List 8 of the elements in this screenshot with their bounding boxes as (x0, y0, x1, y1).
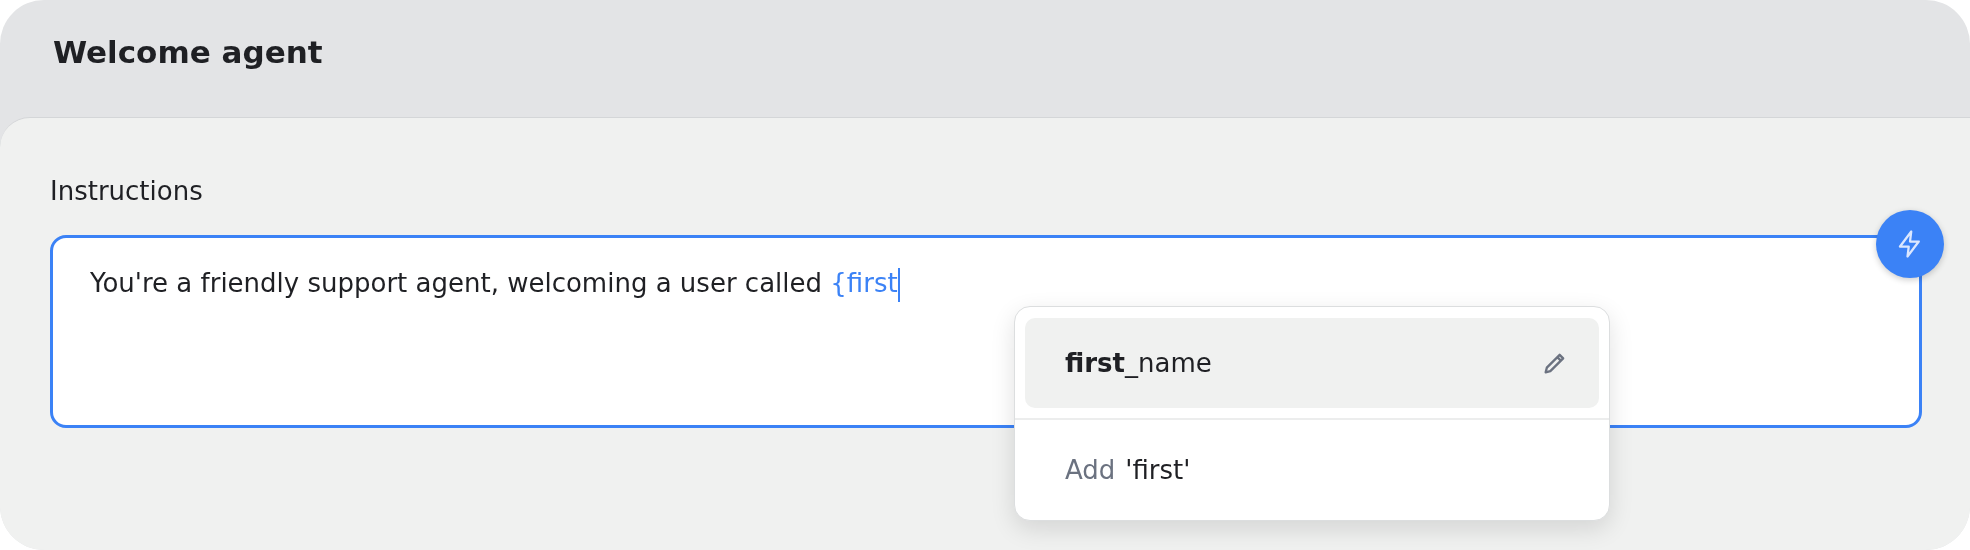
instructions-text: You're a friendly support agent, welcoming a user called {first (90, 268, 898, 298)
text-caret (897, 268, 900, 302)
agent-title: Welcome agent (53, 34, 323, 70)
lightning-button[interactable] (1876, 210, 1944, 278)
add-value: 'first' (1125, 455, 1191, 485)
add-label: Add (1065, 455, 1116, 485)
instructions-label: Instructions (50, 176, 204, 206)
suggestion-item[interactable]: first_name (1025, 318, 1599, 408)
